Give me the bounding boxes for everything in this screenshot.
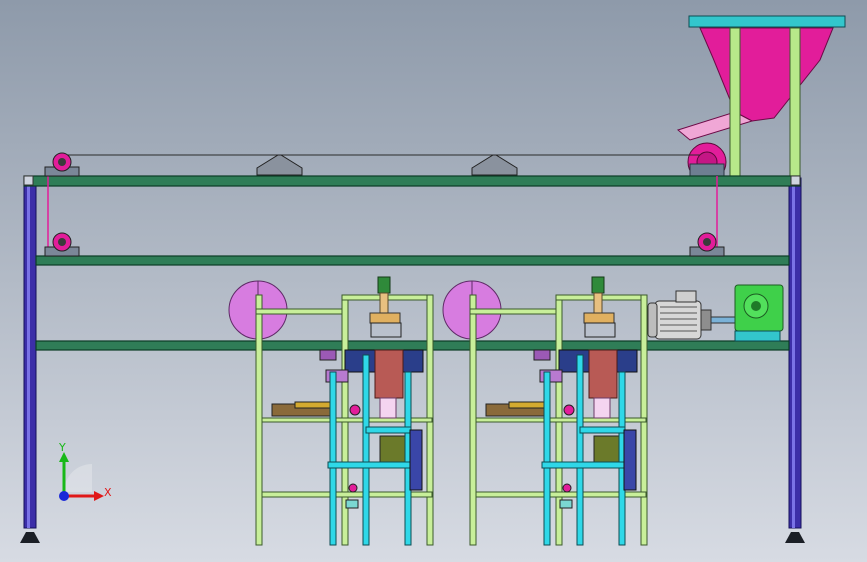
frame-upright-left (469, 294, 477, 546)
limit-sensor (562, 483, 572, 493)
sprocket-bearing (689, 163, 725, 177)
motor-terminal-box (675, 290, 697, 303)
valve-block (559, 499, 573, 509)
cyan-post-2 (362, 354, 370, 546)
y-axis-label: Y (58, 441, 66, 454)
x-axis-label: X (104, 486, 112, 499)
actuator-block (539, 369, 563, 383)
left-post-highlight (27, 178, 30, 528)
feed-roller-bar (294, 401, 331, 409)
press-top-block (377, 276, 391, 294)
cyan-crossbar-2 (327, 461, 414, 469)
top-beam-corner-right (790, 175, 801, 186)
actuator-block (325, 369, 349, 383)
actuator-top (533, 349, 551, 361)
valve-block (345, 499, 359, 509)
cyan-crossbar-1 (365, 426, 412, 434)
top-beam (23, 175, 801, 187)
gearbox-base (734, 330, 781, 342)
hopper-top-plate (688, 15, 846, 28)
frame-arm (469, 308, 563, 315)
frame-upright-left (255, 294, 263, 546)
hopper-leg-right (789, 27, 801, 179)
motor-flange (700, 309, 712, 331)
top-beam-corner-left (23, 175, 34, 186)
cad-viewport[interactable]: Y X (0, 0, 867, 562)
cyan-post-1 (329, 371, 337, 546)
cyan-post-1 (543, 371, 551, 546)
frame-arm (255, 308, 349, 315)
z-axis-marker (59, 491, 69, 501)
feed-roller-bar (508, 401, 545, 409)
gearbox-shaft (751, 301, 761, 311)
cyan-crossbar-2 (541, 461, 628, 469)
heater-cylinder (374, 349, 404, 399)
gearbox (734, 284, 784, 342)
hopper-leg-left (729, 27, 741, 179)
machine-drawing: Y X (0, 0, 867, 562)
cyan-post-2 (576, 354, 584, 546)
control-rail (409, 429, 423, 491)
control-rail (623, 429, 637, 491)
press-clamp (369, 312, 401, 324)
actuator-top (319, 349, 337, 361)
middle-beam (35, 255, 790, 266)
nozzle (379, 397, 397, 419)
press-ram (379, 292, 389, 314)
press-ram (593, 292, 603, 314)
feed-sensor (563, 404, 575, 416)
nozzle (593, 397, 611, 419)
lower-beam (35, 340, 790, 351)
heater-cylinder (588, 349, 618, 399)
right-post-highlight (792, 178, 795, 528)
coupling (710, 316, 736, 324)
motor-fan-cover (647, 302, 658, 338)
press-top-block (591, 276, 605, 294)
feed-sensor (349, 404, 361, 416)
cyan-crossbar-1 (579, 426, 626, 434)
press-clamp (583, 312, 615, 324)
limit-sensor (348, 483, 358, 493)
